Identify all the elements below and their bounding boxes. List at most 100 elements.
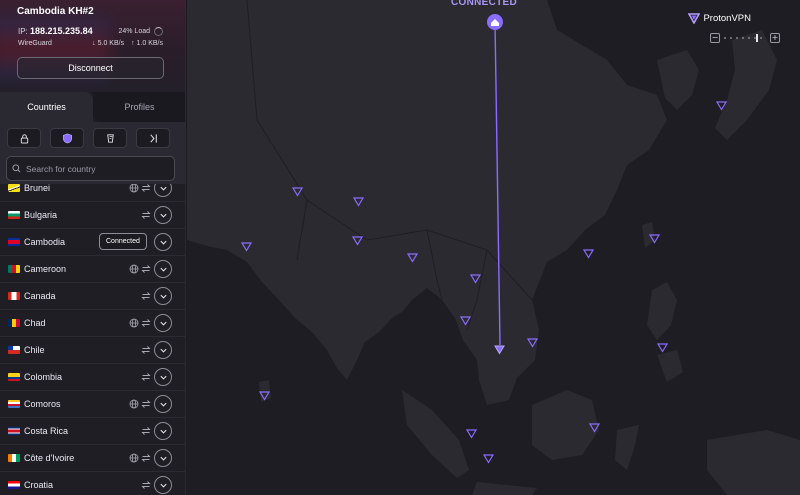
zoom-in-button[interactable]: + [770, 33, 780, 43]
sidebar-tabs: Countries Profiles [0, 92, 185, 122]
p2p-icon [141, 292, 151, 300]
zoom-slider[interactable] [724, 34, 766, 42]
globe-icon [129, 318, 139, 328]
country-row-croatia[interactable]: Croatia [0, 472, 185, 495]
map-landmass [187, 0, 800, 495]
chevron-down-icon [159, 294, 167, 299]
feature-filters [0, 122, 185, 154]
country-list: Brunei Bulgaria Cambodia Connected Camer… [0, 184, 185, 495]
country-row-bulgaria[interactable]: Bulgaria [0, 202, 185, 229]
netshield-filter-button[interactable] [50, 128, 84, 148]
p2p-icon [141, 346, 151, 354]
p2p-icon [141, 184, 151, 192]
connected-server-pin-icon[interactable] [494, 344, 505, 355]
globe-icon [129, 453, 139, 463]
flag-chile-icon [8, 346, 20, 354]
expand-button[interactable] [154, 449, 172, 467]
country-name: Bulgaria [24, 210, 58, 220]
expand-button[interactable] [154, 395, 172, 413]
proton-logo-icon [688, 13, 701, 24]
expand-button[interactable] [154, 476, 172, 494]
connected-badge: Connected [99, 233, 147, 250]
country-row-cameroon[interactable]: Cameroon [0, 256, 185, 283]
server-pin-icon[interactable] [483, 453, 494, 464]
server-pin-icon[interactable] [407, 252, 418, 263]
server-pin-icon[interactable] [527, 337, 538, 348]
upload-value: 1.0 KB/s [136, 40, 163, 47]
server-pin-icon[interactable] [716, 100, 727, 111]
flag-bulgaria-icon [8, 211, 20, 219]
expand-button[interactable] [154, 368, 172, 386]
ip-value: 188.215.235.84 [30, 26, 93, 36]
server-pin-icon[interactable] [352, 235, 363, 246]
upload-speed: ↑ 1.0 KB/s [131, 40, 163, 47]
server-pin-icon[interactable] [259, 390, 270, 401]
globe-icon [129, 399, 139, 409]
country-row-brunei[interactable]: Brunei [0, 184, 185, 202]
country-name: Cambodia [24, 237, 66, 247]
proton-logo: ProtonVPN [688, 13, 751, 24]
traffic-speeds: ↓ 5.0 KB/s ↑ 1.0 KB/s [92, 40, 163, 47]
country-row-chile[interactable]: Chile [0, 337, 185, 364]
server-pin-icon[interactable] [657, 342, 668, 353]
server-pin-icon[interactable] [241, 241, 252, 252]
tab-profiles[interactable]: Profiles [93, 92, 185, 122]
server-pin-icon[interactable] [353, 196, 364, 207]
flag-colombia-icon [8, 373, 20, 381]
zoom-controls: − + [710, 33, 780, 43]
disconnect-button[interactable]: Disconnect [17, 57, 164, 79]
p2p-icon [141, 265, 151, 273]
country-name: Côte d'Ivoire [24, 453, 75, 463]
p2p-icon [141, 400, 151, 408]
flag-chad-icon [8, 319, 20, 327]
chevron-down-icon [159, 213, 167, 218]
expand-button[interactable] [154, 314, 172, 332]
server-pin-icon[interactable] [649, 233, 660, 244]
search-input[interactable] [26, 163, 166, 174]
expand-button[interactable] [154, 341, 172, 359]
chevron-down-icon [159, 267, 167, 272]
secure-core-filter-button[interactable] [7, 128, 41, 148]
server-pin-icon[interactable] [460, 315, 471, 326]
flag-brunei-icon [8, 184, 20, 192]
split-route-filter-button[interactable] [136, 128, 170, 148]
load-text: 24% Load [118, 28, 150, 35]
expand-button[interactable] [154, 422, 172, 440]
server-pin-icon[interactable] [466, 428, 477, 439]
tor-filter-button[interactable] [93, 128, 127, 148]
server-pin-icon[interactable] [589, 422, 600, 433]
lock-icon [20, 133, 28, 144]
expand-button[interactable] [154, 233, 172, 251]
server-pin-icon[interactable] [470, 273, 481, 284]
server-pin-icon[interactable] [583, 248, 594, 259]
chevron-down-icon [159, 348, 167, 353]
expand-button[interactable] [154, 287, 172, 305]
country-row-cote-divoire[interactable]: Côte d'Ivoire [0, 445, 185, 472]
country-row-colombia[interactable]: Colombia [0, 364, 185, 391]
flag-canada-icon [8, 292, 20, 300]
server-pin-icon[interactable] [292, 186, 303, 197]
country-row-chad[interactable]: Chad [0, 310, 185, 337]
country-row-costa-rica[interactable]: Costa Rica [0, 418, 185, 445]
chevron-down-icon [159, 456, 167, 461]
download-value: 5.0 KB/s [97, 40, 125, 47]
tab-countries[interactable]: Countries [0, 92, 93, 122]
country-name: Comoros [24, 399, 61, 409]
expand-button[interactable] [154, 206, 172, 224]
expand-button[interactable] [154, 184, 172, 197]
ip-label: IP: [18, 27, 28, 36]
zoom-out-button[interactable]: − [710, 33, 720, 43]
country-row-comoros[interactable]: Comoros [0, 391, 185, 418]
globe-icon [129, 184, 139, 193]
world-map[interactable]: CONNECTED ProtonVPN − + [187, 0, 800, 495]
chevron-down-icon [159, 240, 167, 245]
flag-costa-rica-icon [8, 427, 20, 435]
arrow-up-icon: ↑ [131, 40, 135, 47]
country-row-canada[interactable]: Canada [0, 283, 185, 310]
expand-button[interactable] [154, 260, 172, 278]
load-ring-icon [154, 27, 163, 36]
server-name: Cambodia KH#2 [17, 6, 94, 17]
country-row-cambodia[interactable]: Cambodia Connected [0, 229, 185, 256]
connection-status: CONNECTED [451, 0, 518, 8]
connection-panel: Cambodia KH#2 IP: 188.215.235.84 24% Loa… [0, 0, 185, 92]
